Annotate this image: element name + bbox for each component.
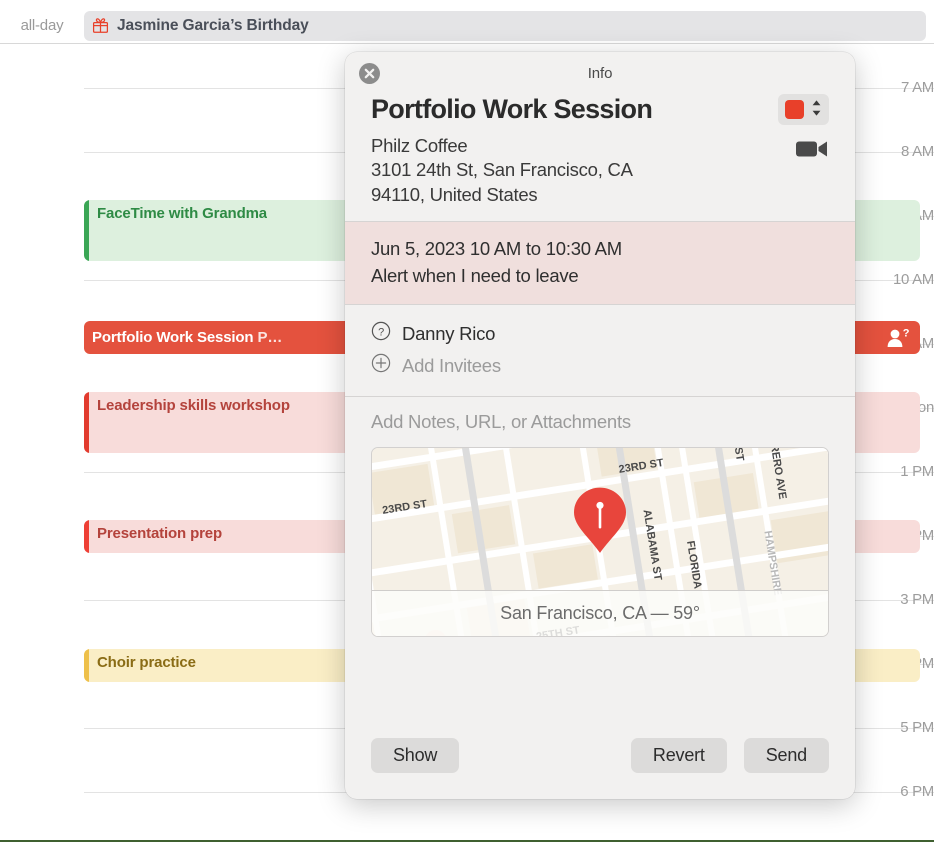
event-label: Choir practice <box>97 654 196 671</box>
close-icon[interactable] <box>359 63 380 84</box>
notes-placeholder: Add Notes, URL, or Attachments <box>371 410 631 432</box>
location-name: Philz Coffee <box>371 135 468 157</box>
event-location[interactable]: Philz Coffee 3101 24th St, San Francisco… <box>371 134 633 207</box>
event-label: Leadership skills workshop <box>97 397 290 414</box>
add-invitees-label: Add Invitees <box>402 354 501 376</box>
person-question-icon: ? <box>885 327 911 348</box>
all-day-event-jasmine-garcias-birthday[interactable]: Jasmine Garcia’s Birthday <box>84 10 926 41</box>
event-location-row: Philz Coffee 3101 24th St, San Francisco… <box>371 134 829 207</box>
event-label: Portfolio Work Session P… <box>92 329 283 346</box>
event-location-label: P… <box>253 329 283 346</box>
event-info-popover: Info Portfolio Work Session Philz Coffee… <box>345 52 855 799</box>
all-day-row: all-day Jasmine Garcia’s Birthday <box>0 8 934 44</box>
svg-text:?: ? <box>378 327 384 339</box>
calendar-color-picker[interactable] <box>778 94 829 126</box>
question-circle-icon: ? <box>371 321 391 346</box>
chevron-up-down-icon <box>811 99 822 120</box>
event-title-row: Portfolio Work Session <box>371 94 829 126</box>
location-map[interactable]: 23RD ST 23RD ST 25TH ST ALABAMA ST FLORI… <box>371 446 829 637</box>
event-title[interactable]: Portfolio Work Session <box>371 94 653 125</box>
svg-text:ST: ST <box>732 448 746 462</box>
hour-label: 6 PM <box>900 783 934 800</box>
event-datetime[interactable]: Jun 5, 2023 10 AM to 10:30 AM <box>371 236 829 262</box>
popover-titlebar: Info <box>345 52 855 94</box>
plus-circle-icon <box>371 353 391 378</box>
revert-button[interactable]: Revert <box>630 738 727 773</box>
popover-button-row: Show Revert Send <box>345 738 855 773</box>
invitee-name: Danny Rico <box>402 322 496 344</box>
hour-label: 5 PM <box>900 719 934 736</box>
gift-icon <box>92 17 109 34</box>
hour-label: 1 PM <box>900 463 934 480</box>
calendar-color-swatch <box>785 100 804 120</box>
location-address-line-2: 94110, United States <box>371 183 538 205</box>
send-button[interactable]: Send <box>743 738 829 773</box>
show-button[interactable]: Show <box>371 738 460 773</box>
hour-label: 10 AM <box>892 271 934 288</box>
notes-section[interactable]: Add Notes, URL, or Attachments <box>345 397 855 433</box>
invitee-row[interactable]: ? Danny Rico <box>371 318 829 350</box>
hour-label: 8 AM <box>901 143 934 160</box>
hour-label: 7 AM <box>901 79 934 96</box>
location-address-line-1: 3101 24th St, San Francisco, CA <box>371 159 633 181</box>
popover-header-section: Portfolio Work Session Philz Coffee 3101… <box>345 94 855 221</box>
bottom-rule <box>0 840 934 842</box>
popover-title: Info <box>587 64 613 82</box>
calendar-window: all-day Jasmine Garcia’s Birthday 7 AM 8 … <box>0 0 934 850</box>
add-invitees-button[interactable]: Add Invitees <box>371 350 829 382</box>
all-day-event-title: Jasmine Garcia’s Birthday <box>117 16 309 34</box>
event-alert[interactable]: Alert when I need to leave <box>371 263 829 289</box>
map-footer-label: San Francisco, CA — 59° <box>372 589 828 636</box>
event-label: FaceTime with Grandma <box>97 205 267 222</box>
invitees-section: ? Danny Rico Add Invitees <box>345 305 855 396</box>
event-label: Presentation prep <box>97 525 222 542</box>
hour-label: 3 PM <box>900 591 934 608</box>
all-day-label: all-day <box>20 17 64 34</box>
svg-text:?: ? <box>903 328 910 340</box>
event-when-section: Jun 5, 2023 10 AM to 10:30 AM Alert when… <box>345 222 855 304</box>
video-camera-icon[interactable] <box>795 138 829 163</box>
